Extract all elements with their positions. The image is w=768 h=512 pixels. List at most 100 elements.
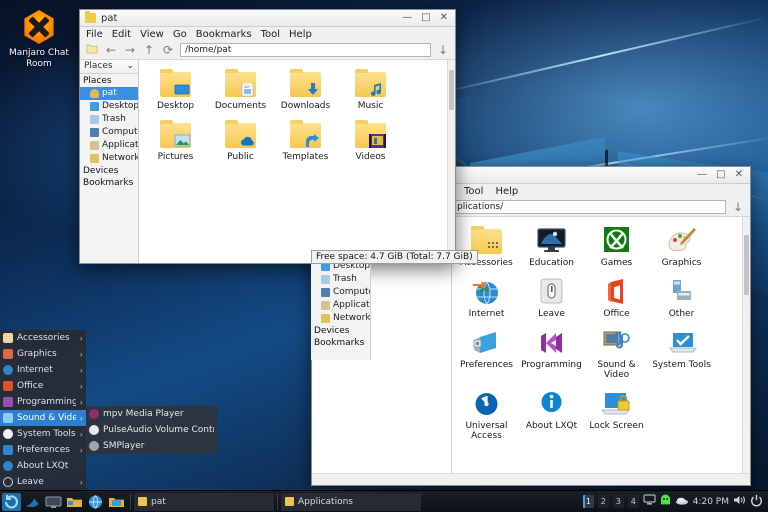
- menu-item-leave[interactable]: Leave ›: [0, 474, 86, 490]
- chevron-down-icon[interactable]: ↓: [731, 200, 745, 214]
- menu-item-sound-video[interactable]: Sound & Video ›: [0, 410, 86, 426]
- menu-item-programming[interactable]: Programming ›: [0, 394, 86, 410]
- applications-list-pane[interactable]: Accessories Education Games Graphics Int…: [452, 217, 750, 473]
- menu-item-office[interactable]: Office ›: [0, 378, 86, 394]
- app-item-leave[interactable]: Leave: [519, 274, 584, 325]
- clock[interactable]: 4:20 PM: [693, 497, 729, 507]
- cloud-tray-icon[interactable]: [675, 495, 689, 509]
- images-quick-icon[interactable]: [107, 493, 126, 511]
- app-item-system-tools[interactable]: System Tools: [649, 325, 714, 386]
- sidebar-item-network[interactable]: Network: [311, 312, 370, 325]
- menu-tool[interactable]: Tool: [261, 29, 280, 40]
- ghost-tray-icon[interactable]: [660, 494, 671, 509]
- places-header[interactable]: Places ⌄: [80, 60, 138, 74]
- sidebar-item-trash[interactable]: Trash: [311, 273, 370, 286]
- file-item-videos[interactable]: Videos: [338, 117, 403, 168]
- terminal-quick-icon[interactable]: [23, 493, 42, 511]
- app-item-games[interactable]: Games: [584, 223, 649, 274]
- submenu-item-pulseaudio-volume-control[interactable]: PulseAudio Volume Control: [86, 422, 217, 438]
- file-list-pane[interactable]: Desktop Documents Downloads Music Pictur…: [139, 60, 455, 263]
- file-pane-scrollbar[interactable]: [447, 60, 455, 263]
- submenu-item-mpv-media-player[interactable]: mpv Media Player: [86, 406, 217, 422]
- sidebar-item-desktop[interactable]: Desktop: [80, 100, 138, 113]
- app-item-preferences[interactable]: Preferences: [454, 325, 519, 386]
- app-item-graphics[interactable]: Graphics: [649, 223, 714, 274]
- maximize-button[interactable]: □: [421, 13, 430, 23]
- pager-3[interactable]: 3: [612, 495, 624, 508]
- monitor-quick-icon[interactable]: [44, 493, 63, 511]
- volume-icon[interactable]: [733, 494, 746, 509]
- pager-4[interactable]: 4: [627, 495, 639, 508]
- sound-video-submenu[interactable]: mpv Media Player PulseAudio Volume Contr…: [86, 406, 217, 454]
- start-menu[interactable]: Accessories › Graphics › Internet › Offi…: [0, 330, 86, 490]
- app-item-other[interactable]: Other: [649, 274, 714, 325]
- system-tray[interactable]: 1 2 3 4 4:20 PM: [582, 494, 768, 510]
- desktop-icon-manjaro-chat-room[interactable]: Manjaro Chat Room: [8, 10, 70, 70]
- submenu-item-smplayer[interactable]: SMPlayer: [86, 438, 217, 454]
- maximize-button[interactable]: □: [716, 170, 725, 180]
- power-icon[interactable]: [750, 494, 763, 510]
- menu-help[interactable]: Help: [495, 186, 518, 197]
- menu-item-internet[interactable]: Internet ›: [0, 362, 86, 378]
- display-tray-icon[interactable]: [643, 494, 656, 509]
- menu-go[interactable]: Go: [173, 29, 187, 40]
- file-item-pictures[interactable]: Pictures: [143, 117, 208, 168]
- up-icon[interactable]: ↑: [142, 43, 156, 57]
- forward-icon[interactable]: →: [123, 43, 137, 57]
- chevron-down-icon[interactable]: ↓: [436, 43, 450, 57]
- minimize-button[interactable]: —: [697, 170, 707, 180]
- sidebar-item-network[interactable]: Network: [80, 152, 138, 165]
- app-item-sound-video[interactable]: Sound & Video: [584, 325, 649, 386]
- lxqt-start-icon[interactable]: [2, 492, 21, 511]
- file-item-templates[interactable]: Templates: [273, 117, 338, 168]
- menu-tool[interactable]: Tool: [464, 186, 483, 197]
- file-manager-toolbar[interactable]: ← → ↑ ⟳ /home/pat ↓: [80, 41, 455, 60]
- menu-help[interactable]: Help: [289, 29, 312, 40]
- overlapping-places-sidebar[interactable]: Desktop Trash Computer Applications Netw…: [311, 260, 371, 360]
- file-manager-titlebar[interactable]: pat — □ ✕: [80, 10, 455, 27]
- back-icon[interactable]: ←: [104, 43, 118, 57]
- pager-1[interactable]: 1: [582, 495, 594, 508]
- menu-item-graphics[interactable]: Graphics ›: [0, 346, 86, 362]
- browser-quick-icon[interactable]: [86, 493, 105, 511]
- sidebar-item-computer[interactable]: Computer: [80, 126, 138, 139]
- sidebar-item-pat[interactable]: pat: [80, 87, 138, 100]
- file-manager-window[interactable]: pat — □ ✕ File Edit View Go Bookmarks To…: [79, 9, 456, 264]
- app-item-universal-access[interactable]: Universal Access: [454, 386, 519, 447]
- sidebar-item-applications[interactable]: Applications: [311, 299, 370, 312]
- menu-view[interactable]: View: [140, 29, 164, 40]
- filemanager-quick-icon[interactable]: [65, 493, 84, 511]
- app-item-programming[interactable]: Programming: [519, 325, 584, 386]
- app-item-office[interactable]: Office: [584, 274, 649, 325]
- menu-item-accessories[interactable]: Accessories ›: [0, 330, 86, 346]
- places-sidebar[interactable]: Places ⌄ Places pat Desktop Trash Comput…: [80, 60, 139, 263]
- sidebar-item-trash[interactable]: Trash: [80, 113, 138, 126]
- app-item-about-lxqt[interactable]: About LXQt: [519, 386, 584, 447]
- app-item-education[interactable]: Education: [519, 223, 584, 274]
- chevron-down-icon[interactable]: ⌄: [126, 60, 134, 73]
- taskbar-window-pat[interactable]: pat: [134, 492, 274, 511]
- pager-2[interactable]: 2: [597, 495, 609, 508]
- file-item-public[interactable]: Public: [208, 117, 273, 168]
- sidebar-item-applications[interactable]: Applications: [80, 139, 138, 152]
- close-button[interactable]: ✕: [735, 170, 743, 180]
- reload-icon[interactable]: ⟳: [161, 43, 175, 57]
- file-item-downloads[interactable]: Downloads: [273, 66, 338, 117]
- app-item-internet[interactable]: Internet: [454, 274, 519, 325]
- taskbar[interactable]: pat Applications 1 2 3 4 4:20 PM: [0, 490, 768, 512]
- menu-item-system-tools[interactable]: System Tools ›: [0, 426, 86, 442]
- menu-file[interactable]: File: [86, 29, 103, 40]
- file-item-music[interactable]: Music: [338, 66, 403, 117]
- file-manager-menubar[interactable]: File Edit View Go Bookmarks Tool Help: [80, 27, 455, 41]
- path-input[interactable]: /home/pat: [180, 43, 431, 57]
- taskbar-window-applications[interactable]: Applications: [281, 492, 421, 511]
- file-item-documents[interactable]: Documents: [208, 66, 273, 117]
- menu-bookmarks[interactable]: Bookmarks: [196, 29, 252, 40]
- minimize-button[interactable]: —: [402, 13, 412, 23]
- app-item-accessories[interactable]: Accessories: [454, 223, 519, 274]
- file-item-desktop[interactable]: Desktop: [143, 66, 208, 117]
- sidebar-item-computer[interactable]: Computer: [311, 286, 370, 299]
- applications-path-input[interactable]: plications/: [452, 200, 726, 214]
- menu-item-preferences[interactable]: Preferences ›: [0, 442, 86, 458]
- new-folder-icon[interactable]: [85, 43, 99, 57]
